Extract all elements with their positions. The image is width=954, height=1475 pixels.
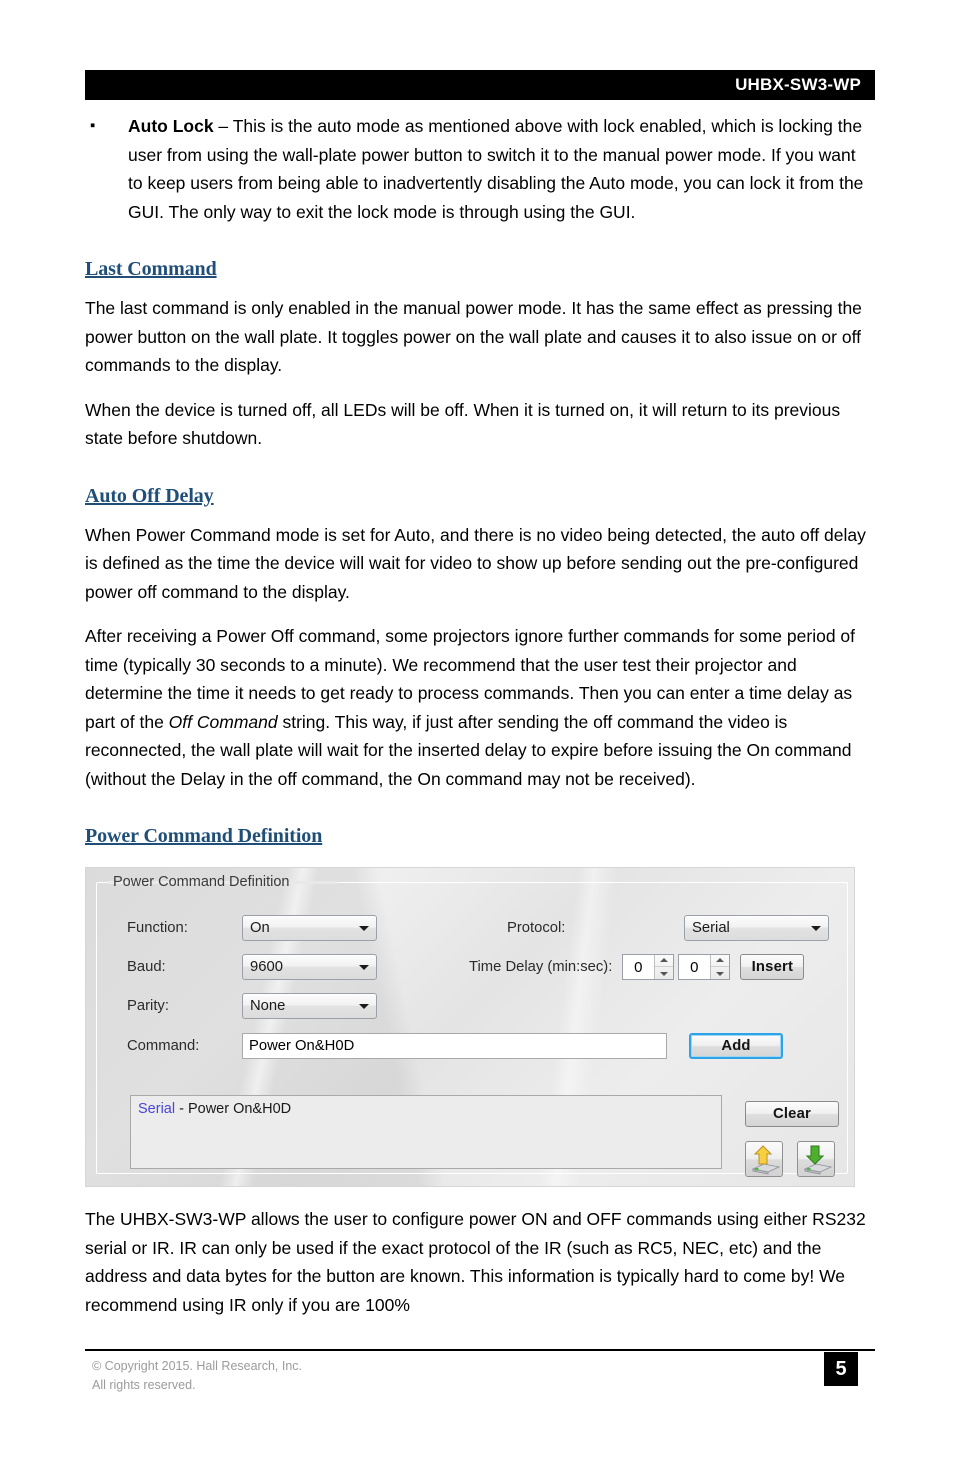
footer-copyright-line-2: All rights reserved. xyxy=(92,1378,196,1392)
baud-label: Baud: xyxy=(127,959,166,975)
paragraph-last-command-1: The last command is only enabled in the … xyxy=(85,298,862,375)
command-list[interactable]: Serial - Power On&H0D xyxy=(130,1095,722,1169)
paragraph-closing: The UHBX-SW3-WP allows the user to confi… xyxy=(85,1209,866,1315)
function-label: Function: xyxy=(127,920,188,936)
field-row-command: Command: Power On&H0D Add xyxy=(127,1033,827,1059)
insert-button[interactable]: Insert xyxy=(740,954,805,980)
function-dropdown-value: On xyxy=(250,920,270,936)
field-row-baud: Baud: 9600 xyxy=(127,954,377,980)
upload-to-device-icon xyxy=(751,1145,781,1175)
protocol-dropdown[interactable]: Serial xyxy=(684,915,829,941)
field-row-protocol: Protocol: Serial xyxy=(507,915,829,941)
baud-dropdown[interactable]: 9600 xyxy=(242,954,377,980)
parity-dropdown[interactable]: None xyxy=(242,993,377,1019)
section-heading-auto-off-delay: Auto Off Delay xyxy=(85,484,214,507)
caret-down-icon xyxy=(716,972,725,976)
section-heading-last-command: Last Command xyxy=(85,258,217,280)
footer-copyright: © Copyright 2015. Hall Research, Inc. Al… xyxy=(92,1357,302,1395)
page-number-badge: 5 xyxy=(824,1352,858,1386)
groupbox-power-command-definition: Power Command Definition Function: On Pr… xyxy=(96,874,848,1177)
field-row-time-delay: Time Delay (min:sec): 0 0 Insert xyxy=(469,954,805,980)
chevron-down-icon xyxy=(359,965,369,970)
square-bullet-icon: ▪ xyxy=(90,117,96,134)
document-content: ▪ Auto Lock – This is the auto mode as m… xyxy=(85,112,875,1335)
chevron-down-icon xyxy=(359,1004,369,1009)
groupbox-title: Power Command Definition xyxy=(113,874,290,890)
list-item-text: Auto Lock – This is the auto mode as men… xyxy=(107,112,875,226)
parity-label: Parity: xyxy=(127,998,169,1014)
paragraph-last-command-2: When the device is turned off, all LEDs … xyxy=(85,399,841,449)
parity-dropdown-value: None xyxy=(250,998,286,1014)
footer-divider xyxy=(85,1349,875,1351)
time-delay-seconds-up[interactable] xyxy=(711,955,730,967)
time-delay-seconds-down[interactable] xyxy=(711,967,729,979)
baud-dropdown-value: 9600 xyxy=(250,959,283,975)
paragraph-italic-off-command: Off Command xyxy=(168,711,278,732)
command-input[interactable]: Power On&H0D xyxy=(242,1033,667,1059)
list-item-protocol: Serial xyxy=(138,1101,176,1117)
download-from-device-icon xyxy=(803,1145,833,1175)
time-delay-seconds-value: 0 xyxy=(690,958,699,976)
page-header-bar: UHBX-SW3-WP xyxy=(85,70,875,100)
paragraph-auto-off-delay-1: When Power Command mode is set for Auto,… xyxy=(85,524,866,602)
caret-up-icon xyxy=(660,957,669,962)
time-delay-minutes-buttons[interactable] xyxy=(654,955,674,979)
field-row-function: Function: On xyxy=(127,915,377,941)
chevron-down-icon xyxy=(359,926,369,931)
protocol-label: Protocol: xyxy=(507,920,566,936)
caret-up-icon xyxy=(716,957,725,962)
upload-to-device-button[interactable] xyxy=(745,1141,783,1177)
page-header-title: UHBX-SW3-WP xyxy=(735,75,861,94)
list-item-lead: Auto Lock xyxy=(128,116,214,136)
list-item: ▪ Auto Lock – This is the auto mode as m… xyxy=(85,112,875,226)
chevron-down-icon xyxy=(811,926,821,931)
paragraph-auto-off-delay-2: After receiving a Power Off command, som… xyxy=(85,622,875,793)
command-label: Command: xyxy=(127,1038,200,1054)
download-from-device-button[interactable] xyxy=(797,1141,835,1177)
section-heading-power-command-definition: Power Command Definition xyxy=(85,825,323,847)
time-delay-minutes-value: 0 xyxy=(634,958,643,976)
time-delay-label: Time Delay (min:sec): xyxy=(469,959,613,975)
list-item[interactable]: Serial - Power On&H0D xyxy=(138,1101,714,1117)
time-delay-seconds-buttons[interactable] xyxy=(710,955,730,979)
footer-copyright-line-1: © Copyright 2015. Hall Research, Inc. xyxy=(92,1359,303,1373)
gui-screenshot-power-command-definition: Power Command Definition Function: On Pr… xyxy=(85,867,855,1187)
list-item-body: – This is the auto mode as mentioned abo… xyxy=(128,116,864,222)
time-delay-minutes-up[interactable] xyxy=(655,955,674,967)
add-button[interactable]: Add xyxy=(689,1033,783,1059)
clear-button[interactable]: Clear xyxy=(745,1101,839,1127)
list-item-command: - Power On&H0D xyxy=(175,1101,292,1117)
protocol-dropdown-value: Serial xyxy=(692,920,730,936)
caret-down-icon xyxy=(660,972,669,976)
function-dropdown[interactable]: On xyxy=(242,915,377,941)
time-delay-minutes-down[interactable] xyxy=(655,967,673,979)
time-delay-minutes-stepper[interactable]: 0 xyxy=(622,954,675,980)
field-row-parity: Parity: None xyxy=(127,993,377,1019)
time-delay-seconds-stepper[interactable]: 0 xyxy=(678,954,731,980)
